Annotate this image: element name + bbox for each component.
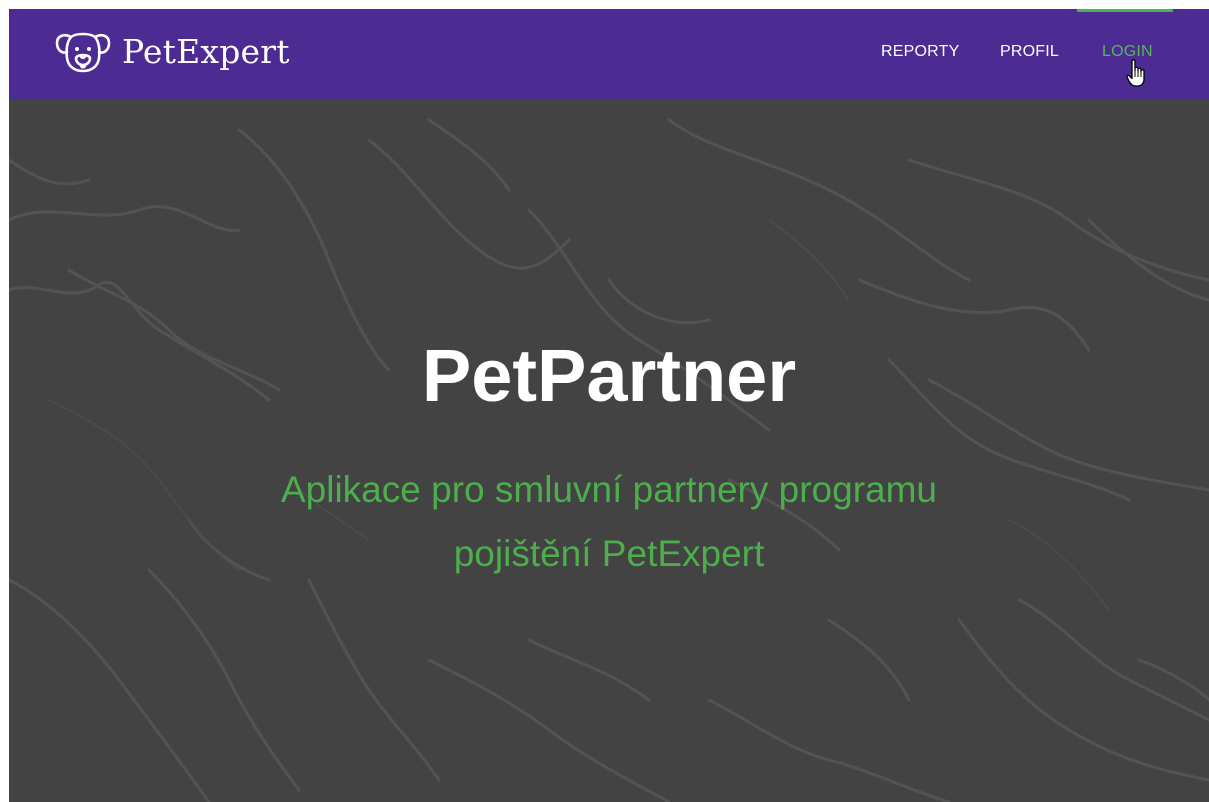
nav-link-profil[interactable]: PROFIL xyxy=(1000,43,1059,61)
dog-face-icon xyxy=(55,32,111,73)
active-tab-indicator xyxy=(1077,9,1173,12)
hero-section: PetPartner Aplikace pro smluvní partnery… xyxy=(9,100,1209,802)
brand-name: PetExpert xyxy=(122,31,290,71)
top-navbar: PetExpert REPORTY PROFIL LOGIN xyxy=(9,9,1209,100)
topographic-background xyxy=(9,118,1209,802)
hero-title: PetPartner xyxy=(421,334,797,417)
hand-cursor-icon xyxy=(1126,59,1145,87)
hero-subtitle: Aplikace pro smluvní partnery programu p… xyxy=(280,469,937,574)
nav-link-reporty[interactable]: REPORTY xyxy=(881,43,959,61)
page: PetExpert REPORTY PROFIL LOGIN PetPartne… xyxy=(9,9,1209,802)
brand-logo-link[interactable]: PetExpert xyxy=(54,27,290,75)
